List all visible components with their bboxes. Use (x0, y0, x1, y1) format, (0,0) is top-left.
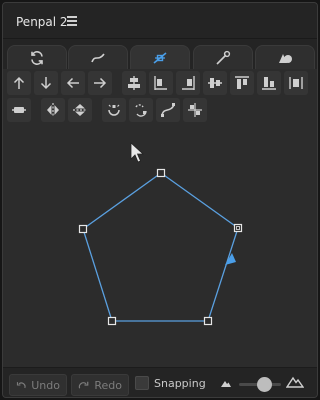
arrow-right-icon (94, 77, 107, 89)
redo-button[interactable]: Redo (71, 374, 129, 396)
smooth-node-button[interactable] (102, 98, 126, 122)
hamburger-menu-icon[interactable] (67, 16, 77, 26)
path-drawing[interactable] (3, 129, 318, 367)
nudge-right-button[interactable] (88, 71, 112, 95)
align-bottom-button[interactable] (257, 71, 281, 95)
distribute-horizontal-button[interactable] (7, 98, 31, 122)
align-center-horizontal-icon (128, 76, 140, 90)
tab-sync[interactable] (7, 45, 67, 69)
title-bar: Penpal 2 (3, 3, 317, 39)
flip-vertical-button[interactable] (68, 98, 92, 122)
align-bottom-icon (262, 77, 276, 90)
align-left-icon (154, 76, 167, 90)
arrow-down-icon (40, 77, 52, 90)
zoom-out-mountain-icon[interactable] (220, 378, 232, 388)
flip-vertical-icon (73, 104, 87, 116)
path-direction-arrow-icon (225, 253, 236, 265)
tab-node[interactable] (130, 45, 190, 69)
snapping-checkbox[interactable] (135, 376, 149, 390)
curve-segment-button[interactable] (156, 98, 180, 122)
nudge-left-button[interactable] (61, 71, 85, 95)
zoom-slider-thumb[interactable] (257, 377, 272, 392)
path-node[interactable] (203, 316, 213, 326)
zoom-in-mountain-icon[interactable] (286, 376, 304, 388)
nudge-up-button[interactable] (7, 71, 31, 95)
tab-pen[interactable] (193, 45, 253, 69)
mouse-cursor-icon (130, 142, 145, 163)
curve-segment-icon (161, 103, 175, 117)
bottom-bar: Undo Redo Snapping (3, 367, 317, 397)
distribute-vertical-button[interactable] (284, 71, 308, 95)
undo-label: Undo (31, 378, 60, 392)
arrow-up-icon (13, 76, 25, 89)
align-right-icon (182, 76, 195, 90)
rotate-arrows-icon (31, 50, 43, 65)
align-right-button[interactable] (176, 71, 200, 95)
snapping-label: Snapping (154, 377, 206, 390)
flip-horizontal-button[interactable] (41, 98, 65, 122)
align-middle-button[interactable] (203, 71, 227, 95)
align-center-horizontal-button[interactable] (122, 71, 146, 95)
nudge-down-button[interactable] (34, 71, 58, 95)
pentagon-path[interactable] (82, 172, 239, 322)
smooth-node-icon (108, 104, 120, 116)
node-tool-icon (153, 51, 167, 64)
path-node[interactable] (78, 224, 88, 234)
join-nodes-icon (188, 103, 202, 117)
tab-shapes[interactable] (255, 45, 315, 69)
undo-icon (16, 382, 26, 389)
distribute-horizontal-icon (12, 107, 26, 113)
curve-tool-icon (91, 52, 105, 62)
break-path-icon (135, 104, 147, 117)
penpal-panel: Penpal 2 Undo Redo Snapping (2, 2, 318, 398)
undo-button[interactable]: Undo (9, 374, 67, 396)
flip-horizontal-icon (47, 103, 59, 117)
redo-icon (78, 381, 89, 389)
panel-title: Penpal 2 (16, 15, 68, 29)
path-node[interactable] (156, 168, 166, 178)
distribute-vertical-icon (289, 77, 303, 89)
redo-label: Redo (94, 378, 122, 392)
path-node[interactable] (107, 316, 117, 326)
pen-tool-icon (216, 50, 231, 65)
align-top-icon (235, 76, 249, 89)
align-left-button[interactable] (149, 71, 173, 95)
break-path-button[interactable] (129, 98, 153, 122)
path-node-selected[interactable] (233, 223, 243, 233)
tab-curve[interactable] (68, 45, 128, 69)
shapes-icon (279, 53, 292, 63)
path-canvas[interactable] (3, 129, 317, 367)
tool-tabs (3, 39, 317, 69)
align-middle-icon (208, 78, 222, 88)
arrow-left-icon (66, 77, 79, 89)
join-nodes-button[interactable] (183, 98, 207, 122)
align-top-button[interactable] (230, 71, 254, 95)
